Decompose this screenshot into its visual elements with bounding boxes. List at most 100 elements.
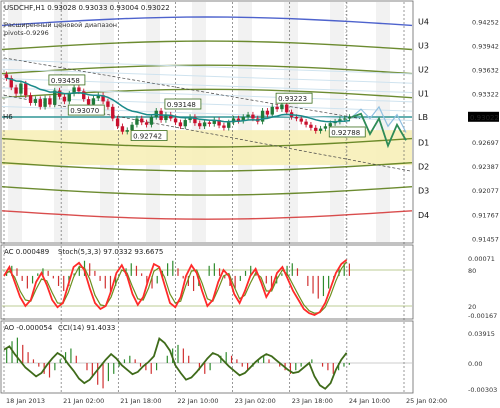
candle-body [343, 118, 347, 120]
price-annotation: 0.92742 [133, 133, 162, 141]
side-label-h6: H6 [3, 113, 13, 121]
chart-root: U4 U3 U2 U1 LB D1 D2 D3 D4 0.93458 0.93070 0.93148… [0, 0, 500, 408]
current-price-value: 0.93022 [470, 114, 499, 122]
candle-body [120, 126, 125, 132]
candle-body [130, 124, 134, 131]
candle-body [91, 98, 96, 105]
pivot-label-d1: D1 [418, 139, 429, 148]
candle-body [260, 110, 265, 122]
candle-body [314, 127, 318, 131]
x-tick-label: 21 Jan 18:00 [120, 397, 161, 405]
ac-tick-label: 80 [468, 267, 476, 275]
candle-body [222, 125, 226, 128]
pivot-label-u2: U2 [418, 66, 429, 75]
cci-label: CCI(14) 91.4033 [58, 324, 115, 332]
y-tick-label: 0.91457 [472, 235, 499, 243]
pivot-label-u4: U4 [418, 17, 429, 26]
candle-body [135, 118, 139, 125]
y-tick-label: 0.92697 [472, 139, 499, 147]
ac-tick-label: 0.00071 [468, 255, 495, 263]
pivot-label-d3: D3 [418, 187, 429, 196]
x-tick-label: 21 Jan 02:00 [63, 397, 104, 405]
pivot-label-d2: D2 [418, 163, 429, 172]
candle-body [294, 116, 299, 119]
price-annotation: 0.93148 [167, 101, 196, 109]
y-tick-label: 0.93942 [472, 42, 499, 50]
y-tick-label: 0.92387 [472, 163, 499, 171]
ac-tick-label: 20 [468, 303, 476, 311]
candle-body [178, 122, 183, 127]
candle-body [24, 83, 28, 96]
x-tick-label: 24 Jan 10:00 [349, 397, 390, 405]
candle-body [106, 101, 110, 107]
candle-body [125, 130, 129, 132]
session-band [8, 2, 22, 242]
candle-body [19, 83, 23, 94]
chart-title: USDCHF,H1 0.93028 0.93033 0.93004 0.9302… [4, 4, 170, 12]
y-tick-label: 0.94252 [472, 18, 499, 26]
session-band [100, 2, 114, 242]
candle-body [4, 74, 9, 79]
candle-body [328, 123, 332, 127]
candle-body [318, 128, 323, 131]
candle-body [183, 120, 187, 127]
pivot-label-u3: U3 [418, 42, 429, 51]
ao-tick-label: 0.03915 [468, 330, 495, 338]
candle-body [251, 114, 255, 119]
candle-body [280, 104, 284, 110]
pivot-label-lb: LB [418, 113, 428, 122]
y-tick-label: 0.93632 [472, 66, 499, 74]
candle-body [173, 118, 178, 123]
candle-body [38, 99, 42, 107]
session-band [376, 2, 390, 242]
price-annotation: 0.93070 [70, 107, 99, 115]
y-tick-label: 0.91767 [472, 211, 499, 219]
price-annotation: 0.92788 [331, 129, 360, 137]
x-tick-label: 23 Jan 18:00 [292, 397, 333, 405]
candle-body [115, 118, 120, 127]
candle-body [144, 122, 149, 125]
pivot-subtitle: pivots-0.9296 [4, 29, 49, 37]
price-annotation: 0.93223 [278, 95, 307, 103]
candle-body [265, 110, 270, 115]
candle-body [33, 99, 38, 103]
candle-body [198, 123, 202, 127]
chart-canvas: U4 U3 U2 U1 LB D1 D2 D3 D4 0.93458 0.93070 0.93148… [0, 0, 499, 405]
ac-panel-frame [0, 244, 414, 320]
chart-subtitle: Расширенный ценовой диапазон [4, 21, 117, 29]
candle-body [299, 118, 303, 122]
ao-tick-label: 0.00 [468, 360, 482, 368]
x-tick-label: 18 Jan 2013 [6, 397, 45, 405]
candle-body [14, 87, 18, 94]
candle-body [304, 121, 308, 125]
candle-body [323, 126, 328, 129]
session-band [284, 2, 298, 242]
ac-tick-label: -0.00167 [468, 312, 497, 320]
y-tick-label: 0.92077 [472, 187, 499, 195]
candle-body [309, 124, 313, 128]
ao-tick-label: -0.00303 [468, 386, 497, 394]
candle-body [202, 122, 207, 127]
candle-body [285, 104, 289, 113]
candle-body [270, 106, 274, 115]
candle-body [86, 99, 91, 105]
candle-body [62, 96, 67, 102]
candle-body [227, 122, 231, 128]
candle-body [67, 93, 71, 102]
x-tick-label: 23 Jan 02:00 [235, 397, 276, 405]
candle-body [207, 122, 212, 124]
stoch-label: Stoch(5,3,3) 97.0332 93.6675 [58, 248, 163, 256]
candle-body [111, 106, 115, 119]
candle-body [43, 98, 47, 107]
candle-body [347, 116, 352, 119]
y-tick-label: 0.93322 [472, 91, 499, 99]
session-band [238, 2, 252, 242]
ao-label: AO -0.000054 [4, 324, 53, 332]
candle-body [246, 114, 250, 117]
x-tick-label: 22 Jan 10:00 [177, 397, 218, 405]
candle-body [275, 106, 279, 110]
ac-label: AC 0.000489 [4, 248, 49, 256]
candle-body [149, 116, 154, 125]
pivot-label-u1: U1 [418, 90, 429, 99]
x-tick-label: 25 Jan 02:00 [406, 397, 447, 405]
